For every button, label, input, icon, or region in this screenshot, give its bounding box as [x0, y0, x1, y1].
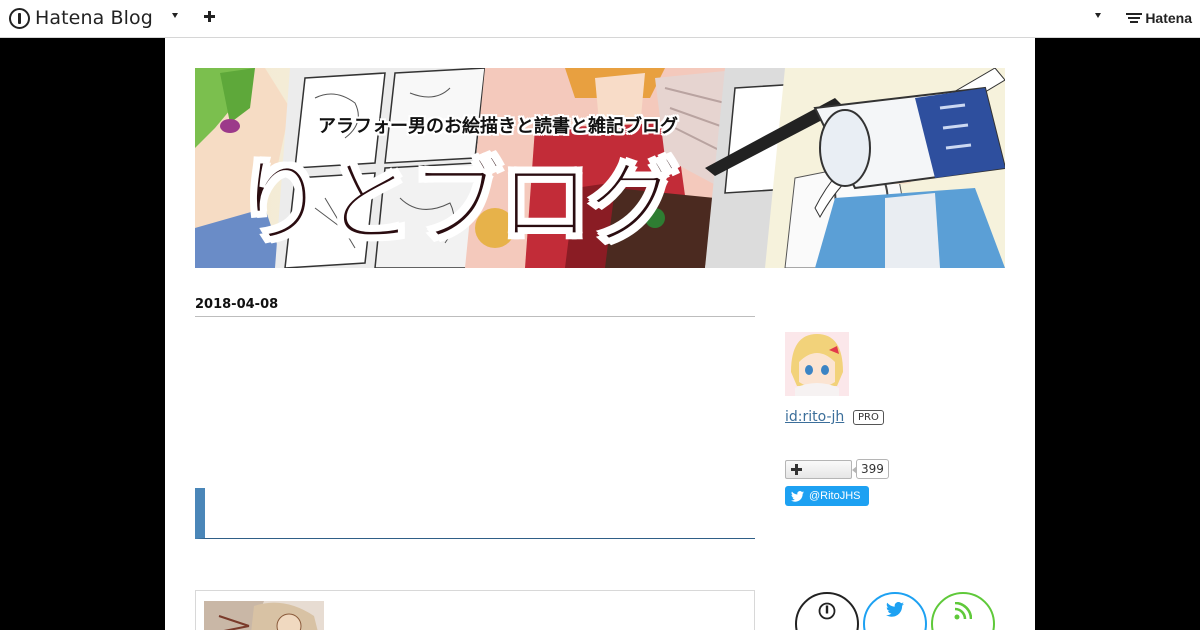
- plus-icon: [791, 464, 802, 475]
- global-header: Hatena Blog Hatena: [0, 0, 1200, 38]
- blog-header-banner[interactable]: アラフォー男のお絵描きと読書と雑記ブログ りとブログ: [195, 68, 1005, 268]
- blog-menu-chevron-down-icon[interactable]: [172, 13, 178, 18]
- entry-content-box: [195, 590, 755, 630]
- pro-badge: PRO: [853, 410, 884, 425]
- blog-title: りとブログ: [234, 148, 680, 257]
- entry-thumbnail[interactable]: [204, 601, 324, 630]
- avatar[interactable]: [785, 332, 849, 396]
- entry-title-block[interactable]: [195, 488, 755, 539]
- twitter-share-button[interactable]: [863, 592, 927, 630]
- twitter-follow-button[interactable]: @RitoJHS: [785, 486, 869, 506]
- twitter-icon: [886, 602, 904, 617]
- hatena-brand-text: Hatena: [1145, 10, 1192, 26]
- hatena-bookmark-share-button[interactable]: [795, 592, 859, 630]
- hatena-mark-icon: [1126, 12, 1143, 24]
- new-entry-plus-icon[interactable]: [203, 10, 216, 23]
- rss-icon: [954, 602, 972, 620]
- follower-count[interactable]: 399: [852, 459, 889, 479]
- entry-date[interactable]: 2018-04-08: [195, 297, 755, 317]
- logo-text: Hatena Blog: [35, 7, 153, 29]
- rss-subscribe-button[interactable]: [931, 592, 995, 630]
- hatena-logo-icon: [9, 7, 30, 29]
- hatena-blog-logo[interactable]: Hatena Blog: [9, 6, 153, 30]
- twitter-icon: [791, 490, 804, 502]
- blog-page: アラフォー男のお絵描きと読書と雑記ブログ りとブログ 2018-04-08 id…: [165, 38, 1035, 630]
- profile-id-link[interactable]: id:rito-jh: [785, 409, 844, 425]
- hatena-icon: [818, 602, 836, 620]
- hatena-brand-link[interactable]: Hatena: [1126, 10, 1192, 26]
- twitter-handle: @RitoJHS: [809, 490, 861, 502]
- follow-button[interactable]: [785, 460, 852, 479]
- user-menu-chevron-down-icon[interactable]: [1095, 13, 1101, 18]
